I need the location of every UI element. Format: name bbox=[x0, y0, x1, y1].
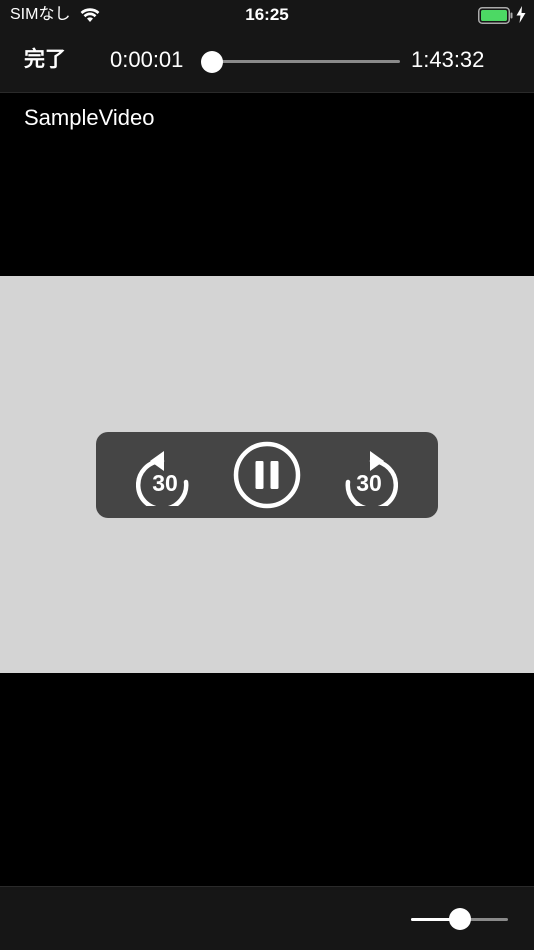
progress-thumb[interactable] bbox=[201, 51, 223, 73]
skip-forward-seconds: 30 bbox=[356, 470, 382, 496]
charging-bolt-icon bbox=[516, 6, 526, 28]
volume-slider[interactable] bbox=[411, 908, 508, 930]
playback-bottom-bar bbox=[0, 886, 534, 950]
elapsed-time: 0:00:01 bbox=[110, 47, 184, 72]
skip-forward-30-icon: 30 bbox=[345, 451, 399, 512]
status-bar: SIMなし 16:25 bbox=[0, 0, 534, 30]
playback-controls-panel: 30 30 bbox=[96, 432, 438, 518]
progress-scrubber[interactable] bbox=[201, 51, 400, 73]
video-area[interactable]: 30 30 bbox=[0, 276, 534, 673]
pause-icon bbox=[233, 441, 301, 509]
video-player-screen: SIMなし 16:25 完了 0:00:01 1:43:32 SampleVid… bbox=[0, 0, 534, 950]
volume-thumb[interactable] bbox=[448, 908, 471, 930]
skip-back-seconds: 30 bbox=[152, 470, 178, 496]
video-title: SampleVideo bbox=[24, 105, 155, 130]
pause-button[interactable] bbox=[232, 440, 302, 510]
playback-top-bar: 完了 0:00:01 1:43:32 bbox=[0, 30, 534, 93]
total-duration: 1:43:32 bbox=[411, 47, 485, 72]
skip-forward-button[interactable]: 30 bbox=[340, 446, 399, 512]
status-time: 16:25 bbox=[245, 5, 289, 24]
done-button[interactable]: 完了 bbox=[24, 47, 66, 73]
skip-back-button[interactable]: 30 bbox=[135, 446, 194, 512]
skip-back-30-icon: 30 bbox=[135, 451, 189, 512]
battery-icon bbox=[478, 7, 514, 29]
